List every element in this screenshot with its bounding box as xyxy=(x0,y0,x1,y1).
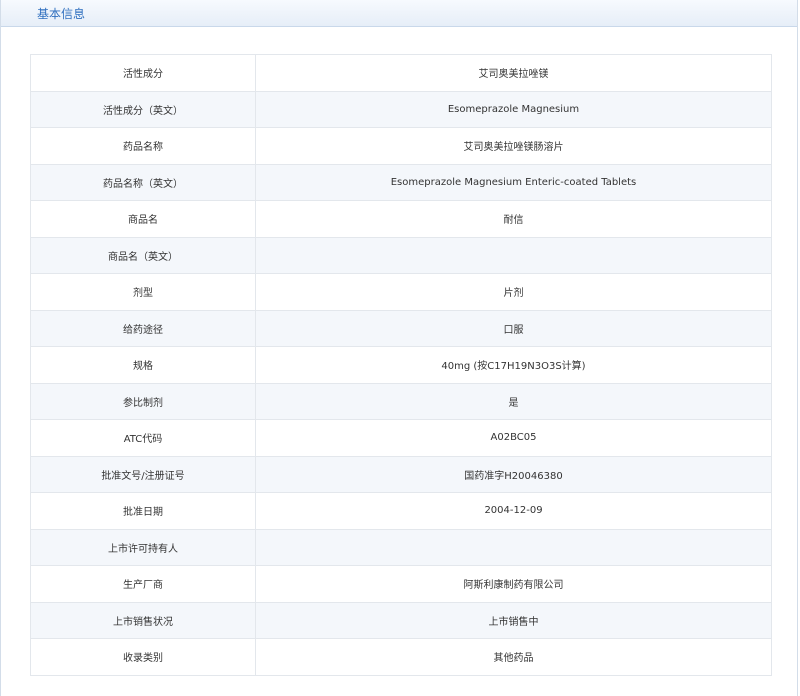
row-value xyxy=(255,236,772,274)
basic-info-panel: 基本信息 活性成分 艾司奥美拉唑镁 活性成分（英文） Esomeprazole … xyxy=(0,0,798,696)
row-value xyxy=(255,528,772,566)
table-row: 上市许可持有人 xyxy=(30,528,772,566)
panel-title: 基本信息 xyxy=(37,7,86,21)
row-label: ATC代码 xyxy=(30,419,256,457)
table-row: 给药途径 口服 xyxy=(30,309,772,347)
row-label: 生产厂商 xyxy=(30,565,256,603)
basic-info-table: 活性成分 艾司奥美拉唑镁 活性成分（英文） Esomeprazole Magne… xyxy=(30,54,772,676)
row-label: 参比制剂 xyxy=(30,382,256,420)
row-label: 药品名称（英文） xyxy=(30,163,256,201)
table-row: 活性成分（英文） Esomeprazole Magnesium xyxy=(30,90,772,128)
table-row: 收录类别 其他药品 xyxy=(30,638,772,676)
row-value: 上市销售中 xyxy=(255,601,772,639)
table-row: 药品名称 艾司奥美拉唑镁肠溶片 xyxy=(30,127,772,165)
panel-header: 基本信息 xyxy=(1,0,797,27)
row-value: 是 xyxy=(255,382,772,420)
row-value: 口服 xyxy=(255,309,772,347)
row-value: 40mg (按C17H19N3O3S计算) xyxy=(255,346,772,384)
row-value: 片剂 xyxy=(255,273,772,311)
row-label: 剂型 xyxy=(30,273,256,311)
table-row: 商品名 耐信 xyxy=(30,200,772,238)
row-value: 国药准字H20046380 xyxy=(255,455,772,493)
row-label: 商品名 xyxy=(30,200,256,238)
table-row: 规格 40mg (按C17H19N3O3S计算) xyxy=(30,346,772,384)
row-label: 上市销售状况 xyxy=(30,601,256,639)
table-row: 商品名（英文） xyxy=(30,236,772,274)
row-label: 上市许可持有人 xyxy=(30,528,256,566)
row-label: 批准日期 xyxy=(30,492,256,530)
table-row: 活性成分 艾司奥美拉唑镁 xyxy=(30,54,772,92)
row-value: 2004-12-09 xyxy=(255,492,772,530)
row-value: 耐信 xyxy=(255,200,772,238)
table-row: 药品名称（英文） Esomeprazole Magnesium Enteric-… xyxy=(30,163,772,201)
table-row: ATC代码 A02BC05 xyxy=(30,419,772,457)
row-label: 给药途径 xyxy=(30,309,256,347)
row-label: 活性成分 xyxy=(30,54,256,92)
row-value: Esomeprazole Magnesium Enteric-coated Ta… xyxy=(255,163,772,201)
row-label: 商品名（英文） xyxy=(30,236,256,274)
row-value: 艾司奥美拉唑镁肠溶片 xyxy=(255,127,772,165)
row-label: 批准文号/注册证号 xyxy=(30,455,256,493)
row-value: 其他药品 xyxy=(255,638,772,676)
row-label: 药品名称 xyxy=(30,127,256,165)
table-row: 生产厂商 阿斯利康制药有限公司 xyxy=(30,565,772,603)
table-row: 剂型 片剂 xyxy=(30,273,772,311)
row-label: 规格 xyxy=(30,346,256,384)
table-row: 上市销售状况 上市销售中 xyxy=(30,601,772,639)
table-row: 参比制剂 是 xyxy=(30,382,772,420)
row-label: 收录类别 xyxy=(30,638,256,676)
table-row: 批准日期 2004-12-09 xyxy=(30,492,772,530)
table-row: 批准文号/注册证号 国药准字H20046380 xyxy=(30,455,772,493)
row-value: 艾司奥美拉唑镁 xyxy=(255,54,772,92)
row-value: 阿斯利康制药有限公司 xyxy=(255,565,772,603)
row-value: Esomeprazole Magnesium xyxy=(255,90,772,128)
row-label: 活性成分（英文） xyxy=(30,90,256,128)
row-value: A02BC05 xyxy=(255,419,772,457)
